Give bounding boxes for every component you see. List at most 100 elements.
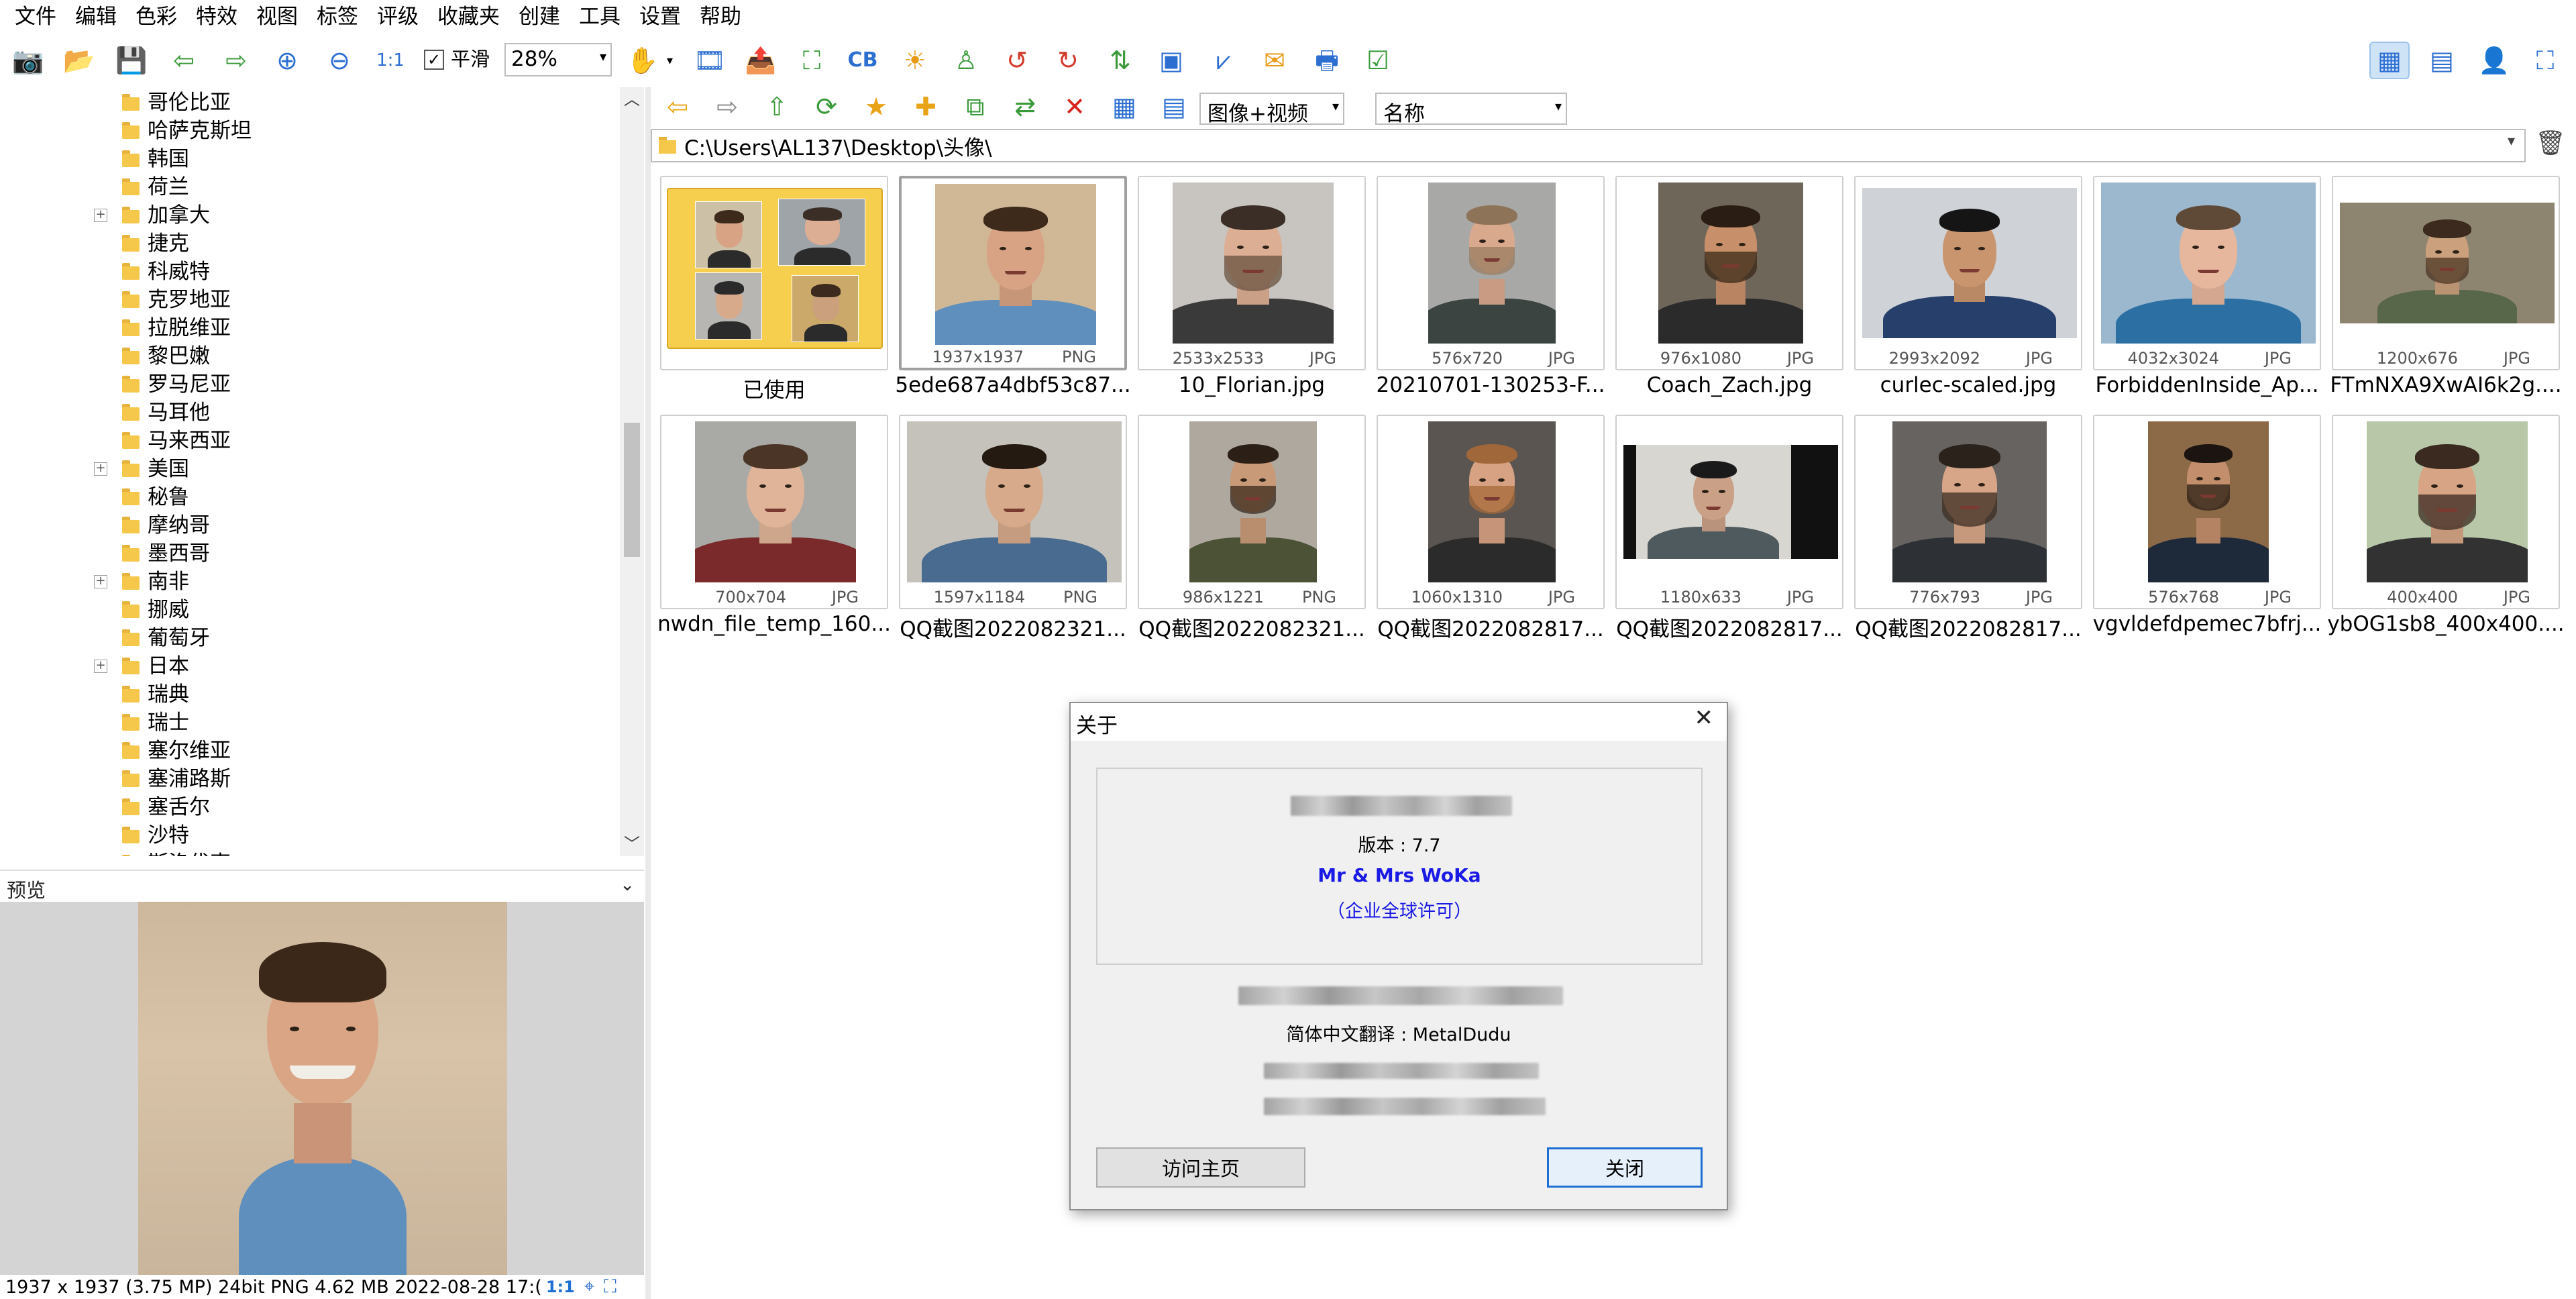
expand-icon[interactable]: + bbox=[94, 660, 107, 673]
menu-item[interactable]: 评级 bbox=[368, 0, 428, 34]
filter-select[interactable]: 图像+视频 ▾ bbox=[1199, 93, 1344, 126]
grid-view-icon[interactable]: ▦ bbox=[1104, 90, 1144, 123]
menu-item[interactable]: 工具 bbox=[570, 0, 630, 34]
menu-item[interactable]: 编辑 bbox=[66, 0, 126, 34]
tree-item[interactable]: 哥伦比亚 bbox=[0, 89, 617, 117]
slideshow-icon[interactable]: ▣ bbox=[1151, 42, 1191, 79]
image-thumbnail[interactable]: 2993x2092 JPG curlec-scaled.jpg bbox=[1845, 168, 2082, 403]
list-view-icon[interactable]: ▤ bbox=[1154, 90, 1194, 123]
move-to-icon[interactable]: ⇄ bbox=[1005, 90, 1045, 123]
image-thumbnail[interactable]: 776x793 JPG QQ截图2022082817... bbox=[1845, 407, 2082, 641]
zoom-fit-icon[interactable]: ⛶ bbox=[604, 1276, 616, 1298]
tree-item[interactable]: 克罗地亚 bbox=[0, 286, 617, 314]
tree-item[interactable]: 塞尔维亚 bbox=[0, 737, 617, 765]
zoom-select[interactable]: 28% ▾ bbox=[504, 43, 612, 76]
resize-icon[interactable]: ⇅ bbox=[1100, 42, 1140, 79]
tree-item[interactable]: 墨西哥 bbox=[0, 539, 617, 568]
tree-item[interactable]: 摩纳哥 bbox=[0, 511, 617, 539]
delete-icon[interactable]: ✕ bbox=[1055, 90, 1095, 123]
next-icon[interactable]: ⇨ bbox=[216, 42, 256, 79]
tree-item[interactable]: 韩国 bbox=[0, 145, 617, 173]
tree-item[interactable]: 荷兰 bbox=[0, 173, 617, 201]
export-icon[interactable]: 📤 bbox=[741, 42, 781, 79]
forward-icon[interactable]: ⇨ bbox=[707, 90, 747, 123]
actual-size-icon[interactable]: 1:1 bbox=[370, 42, 411, 79]
expand-icon[interactable]: + bbox=[94, 575, 107, 588]
menu-item[interactable]: 创建 bbox=[509, 0, 570, 34]
color-balance-icon[interactable]: CB bbox=[843, 42, 883, 79]
tree-item[interactable]: 挪威 bbox=[0, 596, 617, 624]
tree-item[interactable]: 马耳他 bbox=[0, 399, 617, 427]
print-icon[interactable]: 🖶 bbox=[1307, 42, 1347, 79]
save-icon[interactable]: 💾 bbox=[111, 42, 152, 79]
scroll-thumb[interactable] bbox=[624, 423, 640, 557]
smooth-checkbox[interactable]: ✓ bbox=[424, 50, 444, 70]
collapse-icon[interactable]: ⌄ bbox=[620, 875, 635, 895]
tree-item[interactable]: 黎巴嫩 bbox=[0, 342, 617, 370]
scroll-up-icon[interactable]: ︿ bbox=[620, 87, 644, 111]
sun-icon[interactable]: ☀ bbox=[895, 42, 935, 79]
image-thumbnail[interactable]: 700x704 JPG nwdn_file_temp_160... bbox=[651, 407, 891, 641]
copy-to-icon[interactable]: ⧉ bbox=[955, 90, 996, 123]
close-icon[interactable]: ✕ bbox=[1695, 705, 1714, 731]
tree-item[interactable]: 马来西亚 bbox=[0, 427, 617, 455]
expand-icon[interactable]: + bbox=[94, 209, 107, 222]
folder-up-icon[interactable]: ⇧ bbox=[757, 90, 797, 123]
open-folder-icon[interactable]: 📂 bbox=[59, 42, 99, 79]
tree-item[interactable]: 塞舌尔 bbox=[0, 793, 617, 821]
image-thumbnail[interactable]: 1180x633 JPG QQ截图2022082817... bbox=[1606, 407, 1843, 641]
menu-item[interactable]: 特效 bbox=[186, 0, 247, 34]
tree-item[interactable]: + 加拿大 bbox=[0, 201, 617, 229]
back-icon[interactable]: ⇦ bbox=[657, 90, 698, 123]
tree-item[interactable]: 塞浦路斯 bbox=[0, 765, 617, 793]
filmstrip-icon[interactable]: 🎞 bbox=[690, 42, 730, 79]
detail-view-icon[interactable]: ▤ bbox=[2422, 42, 2462, 79]
stamp-icon[interactable]: ♙ bbox=[946, 42, 986, 79]
trash-icon[interactable]: 🗑 bbox=[2533, 129, 2568, 162]
tree-item[interactable]: 沙特 bbox=[0, 821, 617, 849]
scroll-down-icon[interactable]: ﹀ bbox=[620, 832, 644, 856]
thumbnail-view-icon[interactable]: ▦ bbox=[2369, 42, 2410, 79]
tree-scrollbar[interactable]: ︿ ﹀ bbox=[620, 87, 644, 856]
image-thumbnail[interactable]: 2533x2533 JPG 10_Florian.jpg bbox=[1128, 168, 1366, 403]
image-thumbnail[interactable]: 1060x1310 JPG QQ截图2022082817... bbox=[1367, 407, 1605, 641]
zoom-in-icon[interactable]: ⊕ bbox=[267, 42, 307, 79]
menu-item[interactable]: 标签 bbox=[307, 0, 368, 34]
tree-item[interactable]: 瑞典 bbox=[0, 680, 617, 709]
menu-item[interactable]: 色彩 bbox=[126, 0, 186, 34]
close-button[interactable]: 关闭 bbox=[1547, 1147, 1703, 1188]
image-thumbnail[interactable]: 1937x1937 PNG 5ede687a4dbf53c87... bbox=[890, 168, 1131, 403]
menu-item[interactable]: 帮助 bbox=[690, 0, 751, 34]
image-thumbnail[interactable]: 576x768 JPG vgvldefdpemec7bfrj... bbox=[2084, 407, 2321, 641]
tree-item[interactable]: 斯洛伐克 bbox=[0, 849, 617, 856]
prev-icon[interactable]: ⇦ bbox=[164, 42, 204, 79]
ratio-badge[interactable]: 1:1 bbox=[546, 1278, 575, 1296]
crop-icon[interactable]: ⛶ bbox=[792, 42, 832, 79]
tree-item[interactable]: + 日本 bbox=[0, 652, 617, 680]
image-thumbnail[interactable]: 4032x3024 JPG ForbiddenInside_Ap... bbox=[2084, 168, 2321, 403]
splitter[interactable] bbox=[645, 87, 651, 1299]
tree-item[interactable]: 瑞士 bbox=[0, 709, 617, 737]
menu-item[interactable]: 设置 bbox=[630, 0, 690, 34]
favorite-folder-icon[interactable]: ★ bbox=[856, 90, 896, 123]
menu-item[interactable]: 视图 bbox=[247, 0, 307, 34]
image-thumbnail[interactable]: 400x400 JPG ybOG1sb8_400x400.... bbox=[2322, 407, 2565, 641]
tree-item[interactable]: + 美国 bbox=[0, 455, 617, 483]
person-view-icon[interactable]: 👤 bbox=[2474, 42, 2514, 79]
tree-item[interactable]: 捷克 bbox=[0, 229, 617, 258]
tree-item[interactable]: 罗马尼亚 bbox=[0, 370, 617, 399]
chevron-down-icon[interactable]: ▾ bbox=[667, 54, 673, 68]
image-thumbnail[interactable]: 1200x676 JPG FTmNXA9XwAI6k2g.... bbox=[2322, 168, 2562, 403]
chevron-down-icon[interactable]: ▾ bbox=[2508, 133, 2515, 150]
hand-tool-icon[interactable]: ✋ bbox=[623, 42, 663, 79]
menu-item[interactable]: 文件 bbox=[5, 0, 66, 34]
tree-item[interactable]: + 南非 bbox=[0, 568, 617, 596]
visit-homepage-button[interactable]: 访问主页 bbox=[1096, 1147, 1305, 1188]
camera-icon[interactable]: 📷 bbox=[8, 42, 48, 79]
tree-item[interactable]: 科威特 bbox=[0, 258, 617, 286]
fullscreen-icon[interactable]: ⛶ bbox=[2525, 42, 2565, 79]
adjust-icon[interactable]: ⩗ bbox=[1203, 42, 1244, 79]
rotate-right-icon[interactable]: ↻ bbox=[1048, 42, 1088, 79]
expand-icon[interactable]: + bbox=[94, 462, 107, 476]
rotate-left-icon[interactable]: ↺ bbox=[997, 42, 1037, 79]
